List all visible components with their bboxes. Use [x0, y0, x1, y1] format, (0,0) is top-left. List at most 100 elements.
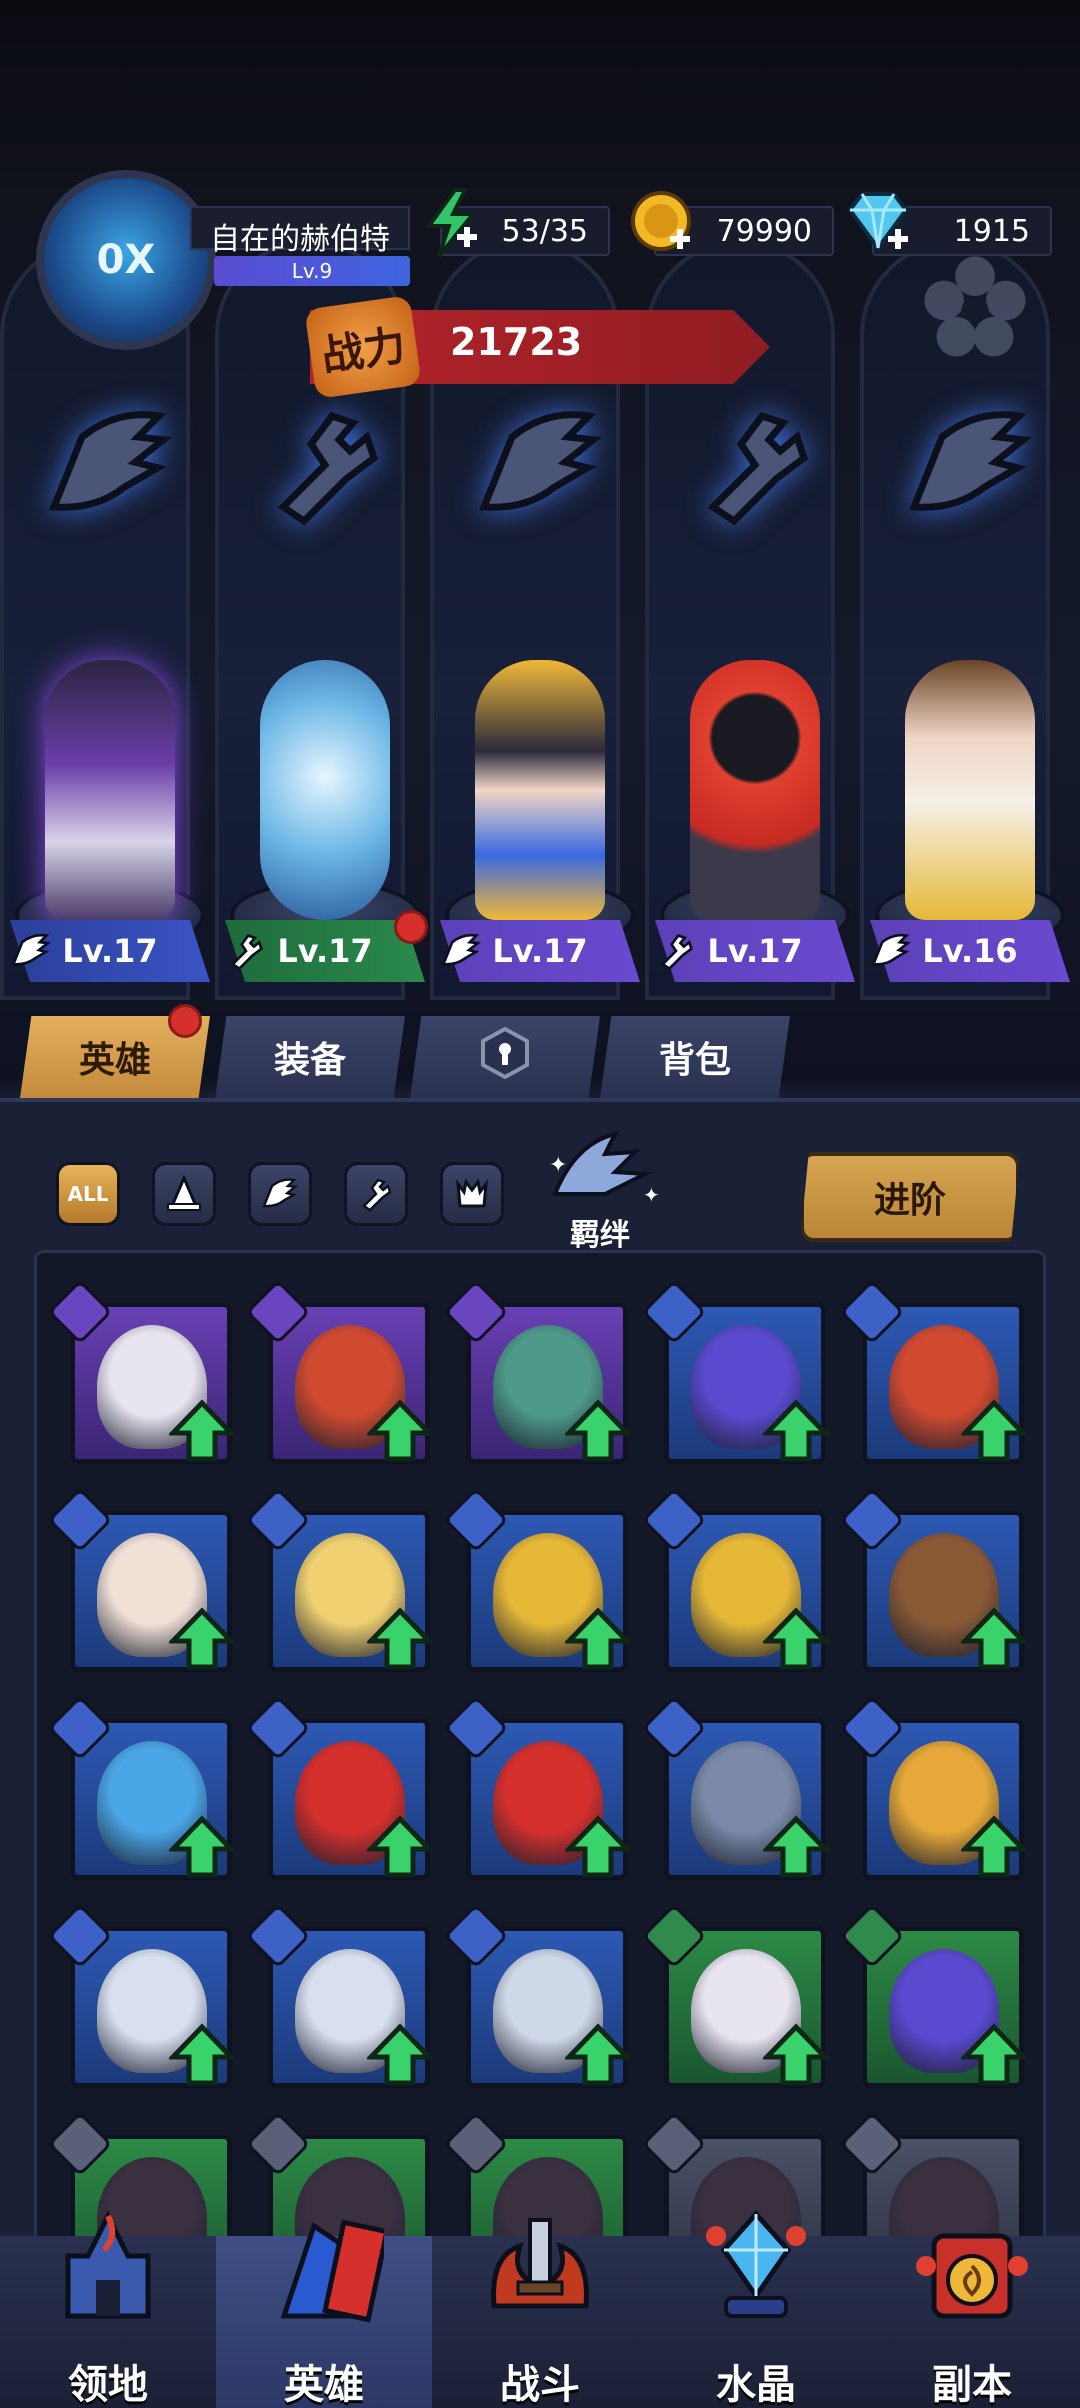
tab-equipment-label: 装备: [273, 1040, 346, 1081]
hero-card[interactable]: [641, 1903, 829, 2088]
notification-dot: [168, 1004, 202, 1038]
nav-heroes[interactable]: 英雄: [216, 2219, 432, 2408]
upgrade-arrow-icon: [763, 1399, 829, 1462]
hero-card[interactable]: [641, 1487, 829, 1672]
lock-icon: [477, 1025, 533, 1090]
player-avatar[interactable]: 0X: [36, 170, 216, 350]
player-name-box: 自在的赫伯特: [190, 206, 410, 257]
hero-card[interactable]: [245, 1279, 433, 1464]
hero-sprite: [905, 660, 1035, 920]
diamond-icon[interactable]: [842, 186, 916, 260]
hero-level: Lv.17: [707, 932, 803, 970]
battle-icon: [491, 2218, 589, 2309]
wing-icon: [4, 920, 58, 982]
hero-level: Lv.17: [277, 932, 373, 970]
hero-card[interactable]: [641, 1695, 829, 1880]
hero-card[interactable]: [245, 1487, 433, 1672]
nav-battle-label: 战斗: [500, 2362, 580, 2408]
bond-button[interactable]: ✦ ✦ 羁绊: [530, 1124, 670, 1253]
tab-bag-label: 背包: [658, 1040, 731, 1081]
upgrade-arrow-icon: [367, 2023, 433, 2086]
hero-card[interactable]: [839, 1279, 1027, 1464]
power-value: 21723: [450, 320, 583, 364]
upgrade-arrow-icon: [961, 1607, 1027, 1670]
hero-card[interactable]: [839, 1487, 1027, 1672]
nav-crystal[interactable]: 水晶: [648, 2210, 864, 2408]
tab-bag[interactable]: 背包: [600, 1016, 790, 1098]
hero-card[interactable]: [839, 1695, 1027, 1880]
hero-hat-icon: [280, 2219, 384, 2323]
wing-emblem-icon: [460, 390, 620, 540]
advance-button[interactable]: 进阶: [800, 1152, 1020, 1242]
wrench-icon: [362, 1178, 392, 1212]
wrench-icon: [219, 920, 273, 982]
beast-icon: [456, 1178, 488, 1208]
upgrade-arrow-icon: [763, 1815, 829, 1878]
hero-sprite: [45, 660, 175, 920]
wrench-icon: [649, 920, 703, 982]
hero-card[interactable]: [245, 1903, 433, 2088]
energy-icon[interactable]: [416, 186, 490, 260]
upgrade-arrow-icon: [961, 1399, 1027, 1462]
game-screen: { "player": {"name": "自在的赫伯特", "level": …: [0, 0, 1080, 2408]
hero-card[interactable]: [47, 1487, 235, 1672]
nav-heroes-label: 英雄: [284, 2362, 364, 2408]
wizard-hat-icon: [167, 1174, 201, 1211]
upgrade-arrow-icon: [169, 1607, 235, 1670]
hero-card[interactable]: [443, 1695, 631, 1880]
hero-card[interactable]: [443, 1279, 631, 1464]
hero-card[interactable]: [47, 1279, 235, 1464]
upgrade-arrow-icon: [367, 1607, 433, 1670]
gold-value: 79990: [716, 213, 812, 249]
nav-territory[interactable]: 领地: [0, 2210, 216, 2408]
settings-flower-icon[interactable]: [920, 252, 1030, 362]
castle-icon: [65, 2210, 151, 2319]
upgrade-arrow-icon: [565, 1607, 631, 1670]
nav-battle[interactable]: 战斗: [432, 2218, 648, 2408]
gold-coin-icon[interactable]: [626, 186, 700, 260]
filter-all-button[interactable]: ALL: [56, 1162, 120, 1226]
filter-wing-button[interactable]: [248, 1162, 312, 1226]
hero-level: Lv.17: [492, 932, 588, 970]
wing-icon: [434, 920, 488, 982]
wrench-emblem-icon: [675, 390, 835, 540]
crystal-icon: [706, 2210, 806, 2318]
hero-card[interactable]: [47, 1903, 235, 2088]
filter-all-label: ALL: [67, 1182, 109, 1206]
wing-emblem-icon: [30, 390, 190, 540]
wrench-emblem-icon: [245, 390, 405, 540]
filter-hat-button[interactable]: [152, 1162, 216, 1226]
tab-equipment[interactable]: 装备: [215, 1016, 405, 1098]
hero-sprite: [260, 660, 390, 920]
hero-card[interactable]: [245, 1695, 433, 1880]
energy-value: 53/35: [501, 213, 588, 249]
hero-card[interactable]: [641, 1279, 829, 1464]
hero-card[interactable]: [47, 1695, 235, 1880]
upgrade-arrow-icon: [565, 2023, 631, 2086]
bond-label: 羁绊: [570, 1218, 630, 1253]
upgrade-arrow-icon: [169, 1399, 235, 1462]
advance-label: 进阶: [873, 1180, 946, 1221]
hero-card[interactable]: [443, 1903, 631, 2088]
filter-beast-button[interactable]: [440, 1162, 504, 1226]
hero-card[interactable]: [443, 1487, 631, 1672]
power-label: 战力: [304, 295, 422, 399]
wing-emblem-icon: [890, 390, 1050, 540]
upgrade-arrow-icon: [169, 1815, 235, 1878]
upgrade-arrow-icon: [169, 2023, 235, 2086]
dungeon-icon: [916, 2233, 1028, 2319]
svg-text:✦: ✦: [643, 1183, 660, 1207]
hero-level: Lv.17: [62, 932, 158, 970]
player-level: Lv.9: [214, 256, 410, 286]
avatar-label: 0X: [96, 237, 156, 283]
nav-dungeon[interactable]: 副本: [864, 2233, 1080, 2408]
nav-territory-label: 领地: [68, 2362, 148, 2408]
tab-locked[interactable]: [410, 1016, 600, 1098]
player-name: 自在的赫伯特: [210, 222, 390, 257]
wing-icon: [262, 1178, 299, 1208]
hero-sprite: [690, 660, 820, 920]
upgrade-arrow-icon: [367, 1815, 433, 1878]
upgrade-arrow-icon: [367, 1399, 433, 1462]
hero-card[interactable]: [839, 1903, 1027, 2088]
filter-wrench-button[interactable]: [344, 1162, 408, 1226]
